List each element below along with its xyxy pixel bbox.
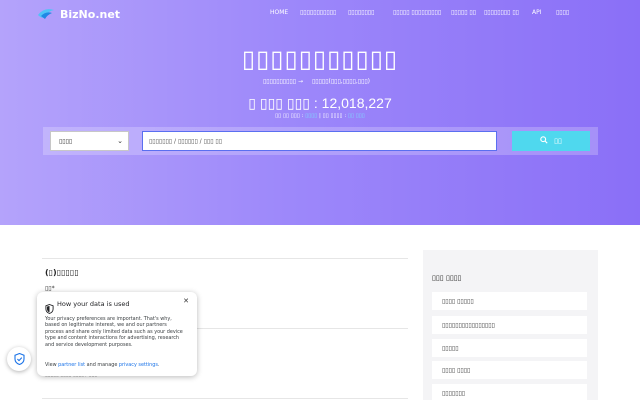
stat-a-value: ▯▯▯▯ — [305, 113, 318, 119]
total-count: ▯ ▯▯▯ ▯▯▯ : 12,018,227 — [0, 95, 640, 112]
nav-item-6[interactable]: ▯▯▯▯▯▯▯▯ ▯▯ — [484, 9, 519, 16]
stat-a-label: ▯▯ ▯▯ ▯▯▯ : — [275, 113, 306, 119]
nav-item-8[interactable]: ▯▯▯▯ — [556, 9, 569, 16]
privacy-foot-prefix: View — [45, 362, 59, 368]
hero-path-to: ▯▯▯▯▯(▯▯▯,▯▯▯▯,▯▯▯) — [312, 78, 371, 85]
hero-banner: BizNo.net HOME ▯▯▯▯▯▯▯▯▯▯▯ ▯▯▯▯▯▯▯▯ ▯▯▯▯… — [0, 0, 640, 225]
sidebar-title: ▯▯▯ ▯▯▯▯ — [432, 274, 462, 282]
search-bar: ▯▯▯▯ ⌄ ▯▯▯▯▯▯▯ / ▯▯▯▯▯▯ / ▯▯▯ ▯▯ ▯▯ — [43, 127, 598, 155]
hero-stats: ▯▯ ▯▯ ▯▯▯ : ▯▯▯▯ | ▯▯ ▯▯▯▯ : ▯▯ ▯▯▯ — [0, 113, 640, 119]
arrow-right-icon: → — [298, 78, 304, 85]
sidebar-item[interactable]: ▯▯▯▯ ▯▯▯▯▯ — [432, 292, 587, 310]
nav-item-4[interactable]: ▯▯▯▯▯ ▯▯▯▯▯▯▯▯▯ — [393, 9, 441, 16]
privacy-foot-suffix: . — [157, 362, 160, 368]
chevron-down-icon: ⌄ — [117, 137, 123, 145]
stat-b-label: ▯▯ ▯▯▯▯ : — [322, 113, 348, 119]
nav-item-home[interactable]: HOME — [270, 9, 288, 16]
nav-item-3[interactable]: ▯▯▯▯▯▯▯▯ — [348, 9, 374, 16]
nav-item-5[interactable]: ▯▯▯▯▯ ▯▯ — [451, 9, 476, 16]
hero-title: ▯▯▯▯▯▯▯▯▯▯▯ — [241, 45, 399, 73]
stat-b-value: ▯▯ ▯▯▯ — [347, 113, 365, 119]
total-count-label: ▯ ▯▯▯ ▯▯▯ : — [248, 95, 322, 111]
search-type-value: ▯▯▯▯ — [59, 138, 73, 145]
partner-list-link[interactable]: partner list — [58, 362, 85, 368]
privacy-popup: How your data is used ✕ Your privacy pre… — [37, 292, 197, 376]
privacy-settings-link[interactable]: privacy settings — [119, 362, 158, 368]
nav-item-api[interactable]: API — [532, 9, 542, 16]
nav-item-2[interactable]: ▯▯▯▯▯▯▯▯▯▯▯ — [300, 9, 336, 16]
company-subtitle: ▯▯* — [45, 285, 55, 292]
divider — [42, 258, 408, 259]
total-count-value: 12,018,227 — [321, 95, 392, 111]
privacy-settings-button[interactable] — [7, 347, 31, 371]
privacy-body: Your privacy preferences are important. … — [45, 316, 183, 348]
shield-check-icon — [13, 350, 25, 369]
search-type-select[interactable]: ▯▯▯▯ ⌄ — [50, 131, 129, 151]
sidebar-item[interactable]: ▯▯▯▯▯▯▯ — [432, 384, 587, 400]
search-input[interactable]: ▯▯▯▯▯▯▯ / ▯▯▯▯▯▯ / ▯▯▯ ▯▯ — [142, 131, 497, 151]
close-icon[interactable]: ✕ — [183, 297, 189, 305]
divider — [42, 398, 408, 399]
search-icon — [540, 136, 548, 146]
hero-path-from: ▯▯▯▯▯▯▯▯▯▯ — [263, 78, 297, 85]
privacy-foot-mid: and manage — [85, 362, 119, 368]
search-button-label: ▯▯ — [554, 137, 562, 145]
privacy-footer: View partner list and manage privacy set… — [45, 362, 159, 368]
logo[interactable]: BizNo.net — [36, 7, 120, 21]
sidebar-item[interactable]: ▯▯▯▯ ▯▯▯▯ — [432, 361, 587, 379]
sidebar-item[interactable]: ▯▯▯▯▯ — [432, 339, 587, 357]
sidebar-item[interactable]: ▯▯▯▯▯▯▯▯▯▯▯▯▯▯▯▯ — [432, 316, 587, 334]
privacy-title: How your data is used — [57, 300, 130, 308]
sidebar: ▯▯▯ ▯▯▯▯ ▯▯▯▯ ▯▯▯▯▯ ▯▯▯▯▯▯▯▯▯▯▯▯▯▯▯▯ ▯▯▯… — [423, 250, 598, 400]
brand-name: BizNo.net — [60, 7, 121, 21]
company-name[interactable]: (▯)▯▯▯▯▯ — [45, 268, 79, 277]
search-button[interactable]: ▯▯ — [512, 131, 590, 151]
logo-icon — [36, 7, 56, 21]
